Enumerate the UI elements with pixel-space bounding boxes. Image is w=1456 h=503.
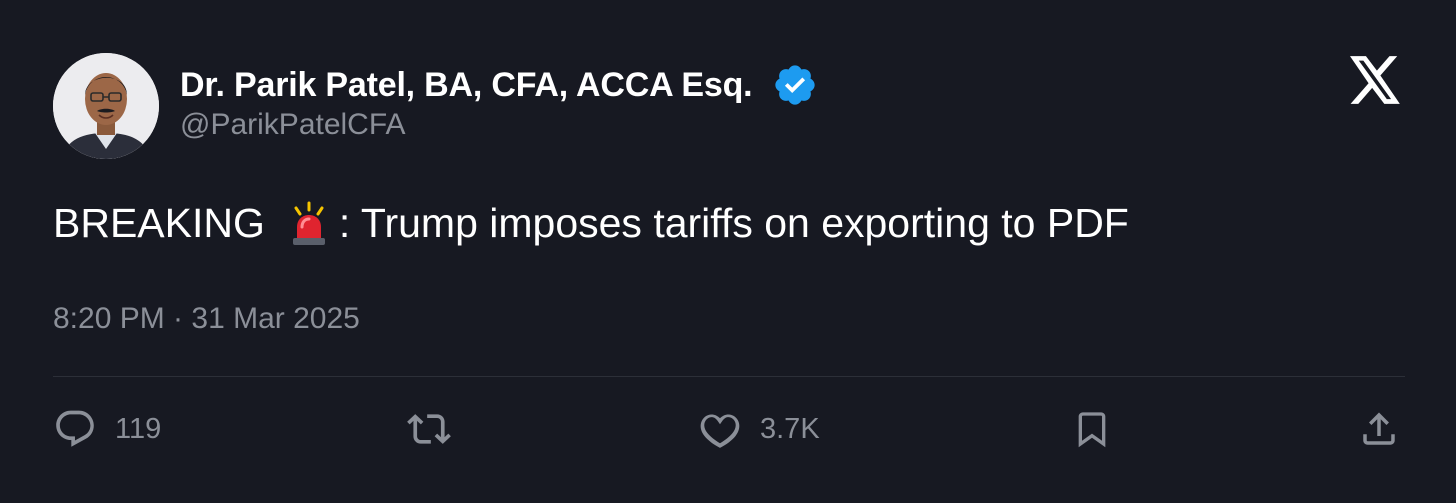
like-count: 3.7K (760, 412, 820, 445)
heart-icon (698, 407, 742, 451)
avatar[interactable] (53, 53, 159, 159)
author-display-name[interactable]: Dr. Parik Patel, BA, CFA, ACCA Esq. (180, 66, 753, 105)
author-handle[interactable]: @ParikPatelCFA (180, 108, 406, 142)
reply-icon (53, 407, 97, 451)
bookmark-button[interactable] (1072, 406, 1112, 452)
tweet-text-lead: BREAKING (53, 200, 265, 246)
reply-button[interactable]: 119 (53, 406, 161, 452)
reply-count: 119 (115, 412, 162, 445)
divider (53, 376, 1405, 377)
retweet-button[interactable] (405, 406, 453, 452)
retweet-icon (405, 407, 453, 451)
tweet-card: Dr. Parik Patel, BA, CFA, ACCA Esq. @Par… (0, 0, 1456, 503)
author-name-row: Dr. Parik Patel, BA, CFA, ACCA Esq. (180, 62, 818, 108)
like-button[interactable]: 3.7K (698, 406, 820, 452)
avatar-image (53, 53, 159, 159)
verified-badge-icon (772, 62, 818, 108)
tweet-timestamp[interactable]: 8:20 PM · 31 Mar 2025 (53, 302, 360, 336)
police-siren-icon (287, 201, 331, 247)
share-icon (1358, 407, 1400, 451)
x-logo-icon[interactable] (1350, 56, 1402, 104)
tweet-text-body: : Trump imposes tariffs on exporting to … (338, 200, 1129, 246)
bookmark-icon (1072, 407, 1112, 451)
share-button[interactable] (1358, 406, 1400, 452)
tweet-text: BREAKING : Trump imposes tariffs on expo… (53, 200, 1129, 247)
